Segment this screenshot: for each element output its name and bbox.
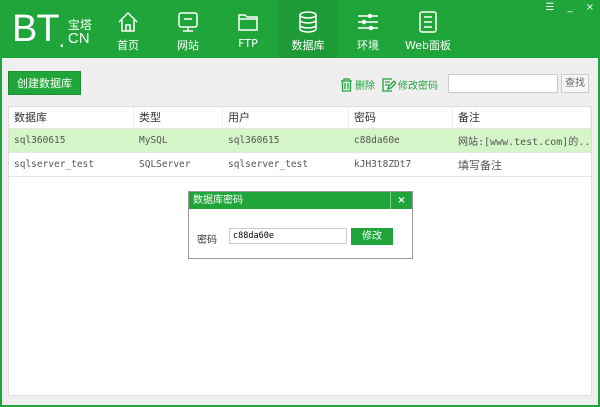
table-row[interactable]: sql360615 MySQL sql360615 c88da60e 网站:[w…	[9, 129, 591, 153]
nav-label: 环境	[357, 39, 379, 52]
column-header: 密码	[349, 107, 453, 128]
nav-environment[interactable]: 环境	[338, 0, 398, 58]
delete-button[interactable]: 删除	[340, 77, 375, 92]
table-header: 数据库 类型 用户 密码 备注	[9, 107, 591, 129]
column-header: 数据库	[9, 107, 134, 128]
sliders-icon	[358, 13, 378, 31]
modify-button[interactable]: 修改	[351, 228, 393, 245]
change-password-label: 修改密码	[398, 81, 438, 92]
change-password-button[interactable]: 修改密码	[382, 77, 438, 92]
list-icon	[419, 11, 437, 33]
folder-icon	[238, 14, 258, 31]
nav-label: FTP	[238, 37, 258, 50]
password-input[interactable]: c88da60e	[229, 228, 347, 244]
minimize-button[interactable]: _	[560, 0, 580, 16]
close-button[interactable]: ×	[580, 0, 600, 16]
dialog-titlebar: 数据库密码 ×	[189, 192, 412, 209]
cell-user: sqlserver_test	[228, 159, 309, 170]
dialog-title: 数据库密码	[193, 195, 243, 206]
edit-icon	[382, 77, 396, 92]
nav-website[interactable]: 网站	[158, 0, 218, 58]
create-database-button[interactable]: 创建数据库	[8, 71, 81, 95]
cell-note[interactable]: 填写备注	[453, 157, 591, 173]
nav-label: Web面板	[405, 39, 451, 52]
delete-label: 删除	[355, 81, 375, 92]
dialog-close-button[interactable]: ×	[390, 192, 412, 209]
column-header: 备注	[453, 107, 591, 128]
cell-database: sql360615	[14, 135, 66, 146]
home-icon	[118, 11, 138, 32]
cell-password[interactable]: kJH3t8ZDt7	[349, 159, 453, 170]
nav-home[interactable]: 首页	[98, 0, 158, 58]
nav-ftp[interactable]: FTP	[218, 0, 278, 58]
nav-web-panel[interactable]: Web面板	[398, 0, 458, 58]
nav-label: 数据库	[291, 39, 325, 52]
cell-user: sql360615	[228, 135, 280, 146]
trash-icon	[341, 77, 352, 92]
logo-text: BT	[12, 8, 60, 50]
column-header: 用户	[223, 107, 349, 128]
window-controls: ☰ _ ×	[540, 0, 600, 16]
search-button[interactable]: 查找	[561, 74, 589, 93]
cell-note[interactable]: 网站:[www.test.com]的...	[453, 133, 591, 148]
cell-password[interactable]: c88da60e	[349, 135, 453, 146]
monitor-icon	[178, 12, 198, 32]
nav-label: 网站	[177, 39, 199, 52]
cell-database: sqlserver_test	[14, 159, 95, 170]
table-row[interactable]: sqlserver_test SQLServer sqlserver_test …	[9, 153, 591, 177]
nav-database[interactable]: 数据库	[278, 0, 338, 58]
main-nav: 首页 网站 FTP 数据库 环境 Web面板	[98, 0, 458, 58]
logo-suffix: CN	[67, 30, 90, 47]
password-label: 密码	[197, 235, 217, 246]
menu-button[interactable]: ☰	[540, 0, 560, 16]
logo: BT. 宝塔 CN	[12, 8, 92, 52]
search-input[interactable]	[448, 74, 558, 93]
password-dialog: 数据库密码 × 密码 c88da60e 修改	[188, 191, 413, 259]
header: BT. 宝塔 CN 首页 网站 FTP 数据库 环境 Web面板 ☰ _ ×	[0, 0, 600, 58]
column-header: 类型	[134, 107, 223, 128]
database-icon	[299, 11, 317, 33]
cell-type: SQLServer	[139, 159, 191, 170]
cell-type: MySQL	[139, 135, 168, 146]
nav-label: 首页	[117, 39, 139, 52]
